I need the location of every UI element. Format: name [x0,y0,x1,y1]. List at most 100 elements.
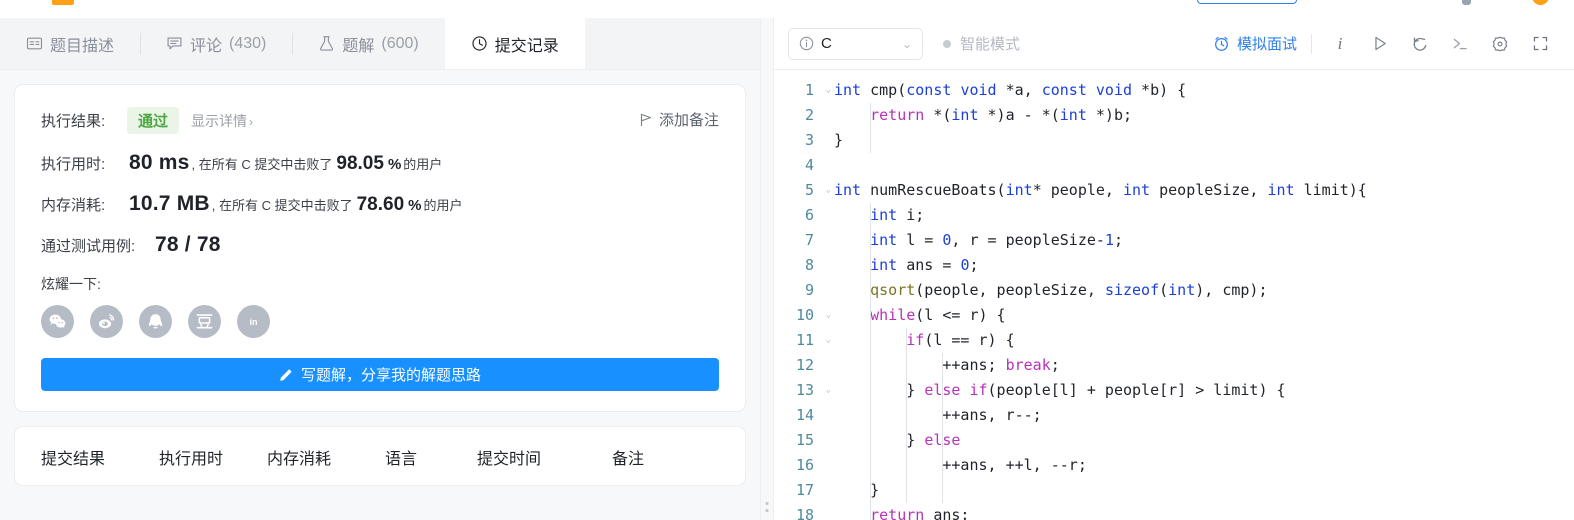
toolbar-divider [1311,33,1312,54]
tab-solutions[interactable]: 题解 (600) [292,18,444,69]
show-detail-label: 显示详情 [191,113,248,129]
line-number: 4 [804,156,814,174]
code-token: int [870,231,898,249]
table-header-cell[interactable]: 提交结果 [41,445,159,469]
code-token: *( [924,106,952,124]
code-line[interactable]: } else [834,428,1574,453]
tab-label: 题解 [342,37,375,55]
cut-off-notification-icon[interactable] [1462,0,1471,5]
code-line[interactable]: qsort(people, peopleSize, sizeof(int), c… [834,278,1574,303]
code-line[interactable]: ++ans, r--; [834,403,1574,428]
code-token: int [951,106,979,124]
code-line[interactable]: while(l <= r) { [834,303,1574,328]
runtime-percent-symbol: % [387,156,402,173]
runtime-beats-text: , 在所有 C 提交中击败了 [191,157,333,172]
fullscreen-icon[interactable] [1520,27,1560,61]
submission-result-body: 添加备注 执行结果: 通过 显示详情 › 执行用时: 80 ms , 在所有 C … [0,70,760,520]
code-line[interactable]: } [834,478,1574,503]
show-detail-link[interactable]: 显示详情 › [191,111,253,131]
code-token: int [1059,106,1087,124]
share-button-wechat[interactable] [41,305,74,338]
code-line[interactable]: ++ans, ++l, --r; [834,453,1574,478]
douban-icon [195,312,214,331]
gear-icon[interactable] [1480,27,1520,61]
code-line[interactable]: int numRescueBoats(int* people, int peop… [834,178,1574,203]
code-token: int [1123,181,1151,199]
code-token: numRescueBoats( [861,181,1006,199]
testcases-row: 通过测试用例: 78 / 78 [41,233,719,257]
code-line[interactable]: return *(int *)a - *(int *)b; [834,103,1574,128]
code-token: int [1267,181,1295,199]
clock-icon [471,35,488,52]
tab-description[interactable]: 题目描述 [0,18,140,69]
undo-icon[interactable] [1400,27,1440,61]
qq-icon [146,312,165,331]
code-line[interactable]: if(l == r) { [834,328,1574,353]
code-token: peopleSize, [1150,181,1268,199]
code-token: int [1005,181,1033,199]
code-line[interactable]: int l = 0, r = peopleSize-1; [834,228,1574,253]
code-line[interactable]: int ans = 0; [834,253,1574,278]
code-line[interactable]: } else if(people[l] + people[r] > limit)… [834,378,1574,403]
code-token: ++ans, ++l, --r; [834,456,1087,474]
write-solution-button[interactable]: 写题解，分享我的解题思路 [41,358,719,391]
table-header-cell[interactable]: 内存消耗 [267,445,385,469]
code-line[interactable]: ++ans; break; [834,353,1574,378]
share-button-qq[interactable] [139,305,172,338]
tab-comments[interactable]: 评论 (430) [140,18,292,69]
code-line[interactable]: } [834,128,1574,153]
table-header-cell[interactable]: 备注 [612,445,712,469]
memory-percent-symbol: % [408,197,422,214]
line-number: 7 [804,231,814,249]
code-token: ), cmp); [1195,281,1268,299]
share-button-douban[interactable] [188,305,221,338]
code-token: , r = peopleSize- [951,231,1105,249]
code-content[interactable]: int cmp(const void *a, const void *b) { … [820,70,1574,520]
table-header-cell[interactable]: 执行用时 [159,445,267,469]
play-icon[interactable] [1360,27,1400,61]
flag-icon [640,113,652,126]
tab-label: 提交记录 [494,37,559,55]
code-token: while [870,306,916,324]
info-italic-icon[interactable]: i [1320,27,1360,61]
code-line[interactable]: int i; [834,203,1574,228]
code-token: ans; [924,506,970,520]
add-note-button[interactable]: 添加备注 [640,109,719,130]
smart-mode-toggle[interactable]: 智能模式 [943,33,1020,54]
line-number: 14 [795,406,814,424]
code-line[interactable]: return ans; [834,503,1574,520]
comment-icon [166,35,183,52]
panel-splitter[interactable] [760,0,774,520]
smart-mode-indicator-icon [943,39,951,48]
language-select[interactable]: C ⌄ [788,27,923,60]
line-number: 8 [804,256,814,274]
code-editor[interactable]: 1 ⌄ 2 3 4 5 ⌄ 6 7 8 9 10 ⌄ 11 ⌄ 12 13 ⌄ 14 15 16 17 18 int cmp… [774,70,1574,520]
tab-count: (430) [229,34,267,52]
code-token: return [870,106,925,124]
line-number: 3 [804,131,814,149]
console-icon[interactable] [1440,27,1480,61]
share-button-weibo[interactable] [90,305,123,338]
code-token: *a, [996,81,1042,99]
cut-off-avatar[interactable] [1532,0,1549,5]
tab-label: 评论 [190,37,223,55]
code-token: const [1041,81,1087,99]
add-note-label: 添加备注 [658,112,719,129]
code-line[interactable]: int cmp(const void *a, const void *b) { [834,78,1574,103]
code-token: ( [1159,281,1169,299]
code-token: int [870,256,898,274]
cut-off-submit-button[interactable] [1197,0,1297,4]
share-button-linkedin[interactable]: in [237,305,270,338]
indent-guide [870,203,872,520]
line-number: 6 [804,206,814,224]
table-header-cell[interactable]: 语言 [385,445,477,469]
tab-submissions[interactable]: 提交记录 [444,18,585,69]
mock-interview-button[interactable]: 模拟面试 [1213,33,1311,54]
chevron-down-icon: ⌄ [901,36,912,51]
code-line[interactable] [834,153,1574,178]
code-token: ; [969,256,979,274]
table-header-cell[interactable]: 提交时间 [477,445,612,469]
info-circle-icon [799,36,814,51]
